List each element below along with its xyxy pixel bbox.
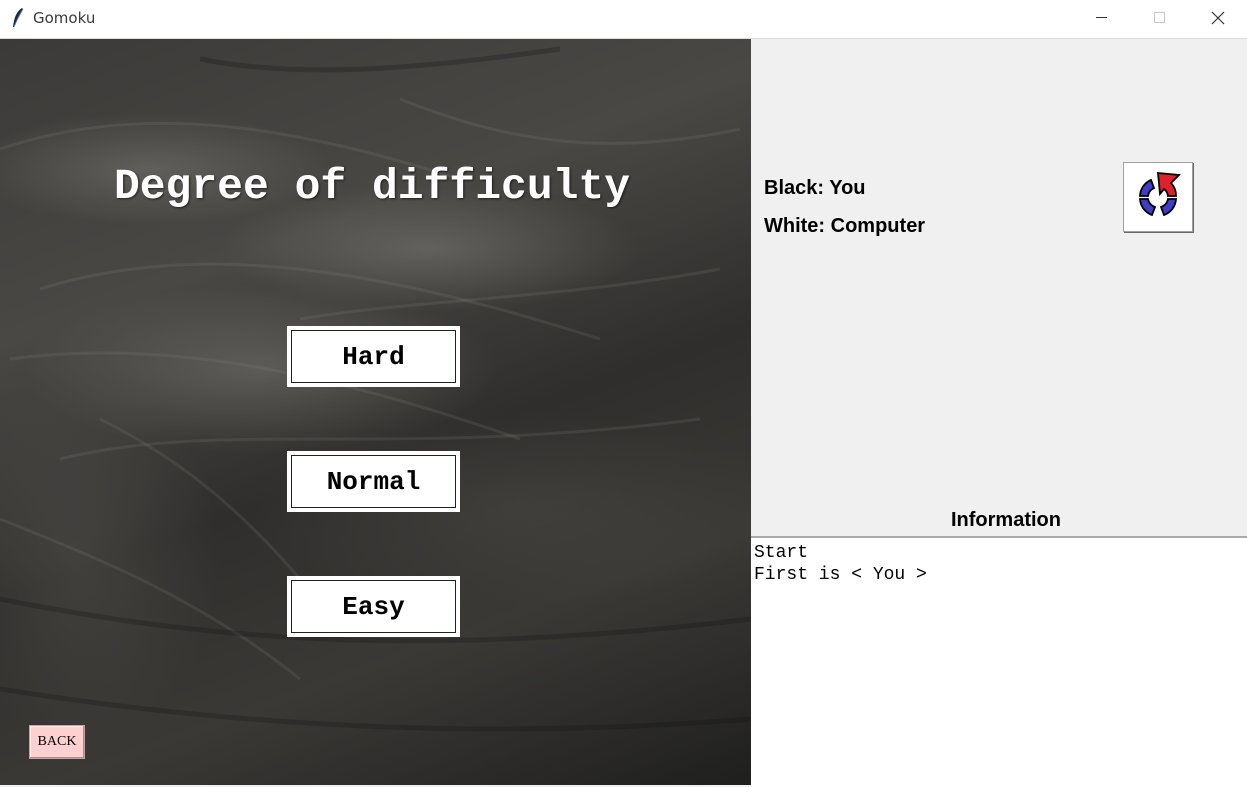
page-title: Degree of difficulty (113, 162, 631, 211)
log-list: Start First is < You > (751, 542, 927, 586)
information-log: Start First is < You > (751, 536, 1247, 787)
maximize-icon (1154, 12, 1165, 23)
close-button[interactable] (1189, 0, 1247, 36)
normal-button-label: Normal (326, 466, 421, 497)
restart-icon (1139, 172, 1181, 217)
normal-button[interactable]: Normal (287, 451, 460, 512)
log-line: Start (754, 543, 809, 563)
easy-button-label: Easy (342, 591, 405, 622)
hard-button-label: Hard (342, 341, 405, 372)
back-button-label: BACK (37, 734, 77, 749)
minimize-button[interactable] (1072, 0, 1130, 36)
window-titlebar: Gomoku (0, 0, 1247, 39)
background-texture (0, 46, 751, 732)
white-player-label: White: Computer (764, 215, 926, 237)
back-button[interactable]: BACK (29, 725, 85, 759)
hard-button[interactable]: Hard (287, 326, 460, 387)
easy-button[interactable]: Easy (287, 576, 460, 637)
close-icon (1211, 11, 1225, 25)
log-line: First is < You > (754, 565, 927, 585)
info-panel: Black: You White: Computer Information S… (751, 39, 1247, 787)
maximize-button[interactable] (1130, 0, 1188, 36)
minimize-icon (1096, 17, 1107, 18)
feather-icon (13, 8, 24, 28)
difficulty-panel: Degree of difficulty Hard Normal Easy BA… (0, 39, 751, 785)
black-player-label: Black: You (764, 177, 866, 199)
restart-button[interactable] (1123, 162, 1193, 232)
window-title: Gomoku (33, 9, 96, 27)
information-label: Information (951, 509, 1061, 531)
